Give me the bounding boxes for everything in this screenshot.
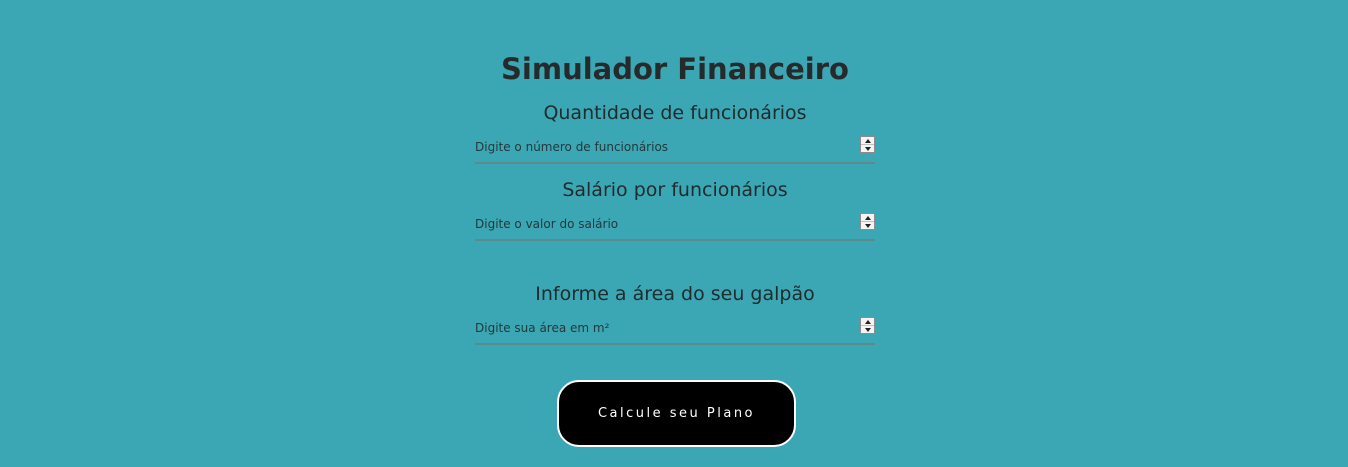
employees-label: Quantidade de funcionários (543, 102, 807, 124)
calculate-plan-button[interactable]: Calcule seu Plano (557, 380, 796, 447)
salary-input[interactable] (475, 211, 855, 237)
area-decrement-button[interactable] (861, 326, 874, 333)
area-input[interactable] (475, 315, 855, 341)
salary-spinner[interactable] (860, 213, 875, 230)
chevron-down-icon (864, 146, 871, 151)
area-field-container (475, 315, 875, 345)
area-label: Informe a área do seu galpão (535, 283, 815, 305)
salary-field-container (475, 211, 875, 241)
chevron-up-icon (864, 319, 871, 324)
salary-label: Salário por funcionários (562, 179, 788, 201)
salary-increment-button[interactable] (861, 214, 874, 222)
employees-increment-button[interactable] (861, 137, 874, 145)
employees-field-container (475, 134, 875, 164)
employees-decrement-button[interactable] (861, 145, 874, 152)
chevron-up-icon (864, 138, 871, 143)
salary-decrement-button[interactable] (861, 222, 874, 229)
chevron-down-icon (864, 327, 871, 332)
area-increment-button[interactable] (861, 318, 874, 326)
area-spinner[interactable] (860, 317, 875, 334)
chevron-down-icon (864, 223, 871, 228)
chevron-up-icon (864, 215, 871, 220)
employees-input[interactable] (475, 134, 855, 160)
page-title: Simulador Financeiro (501, 52, 849, 86)
employees-spinner[interactable] (860, 136, 875, 153)
